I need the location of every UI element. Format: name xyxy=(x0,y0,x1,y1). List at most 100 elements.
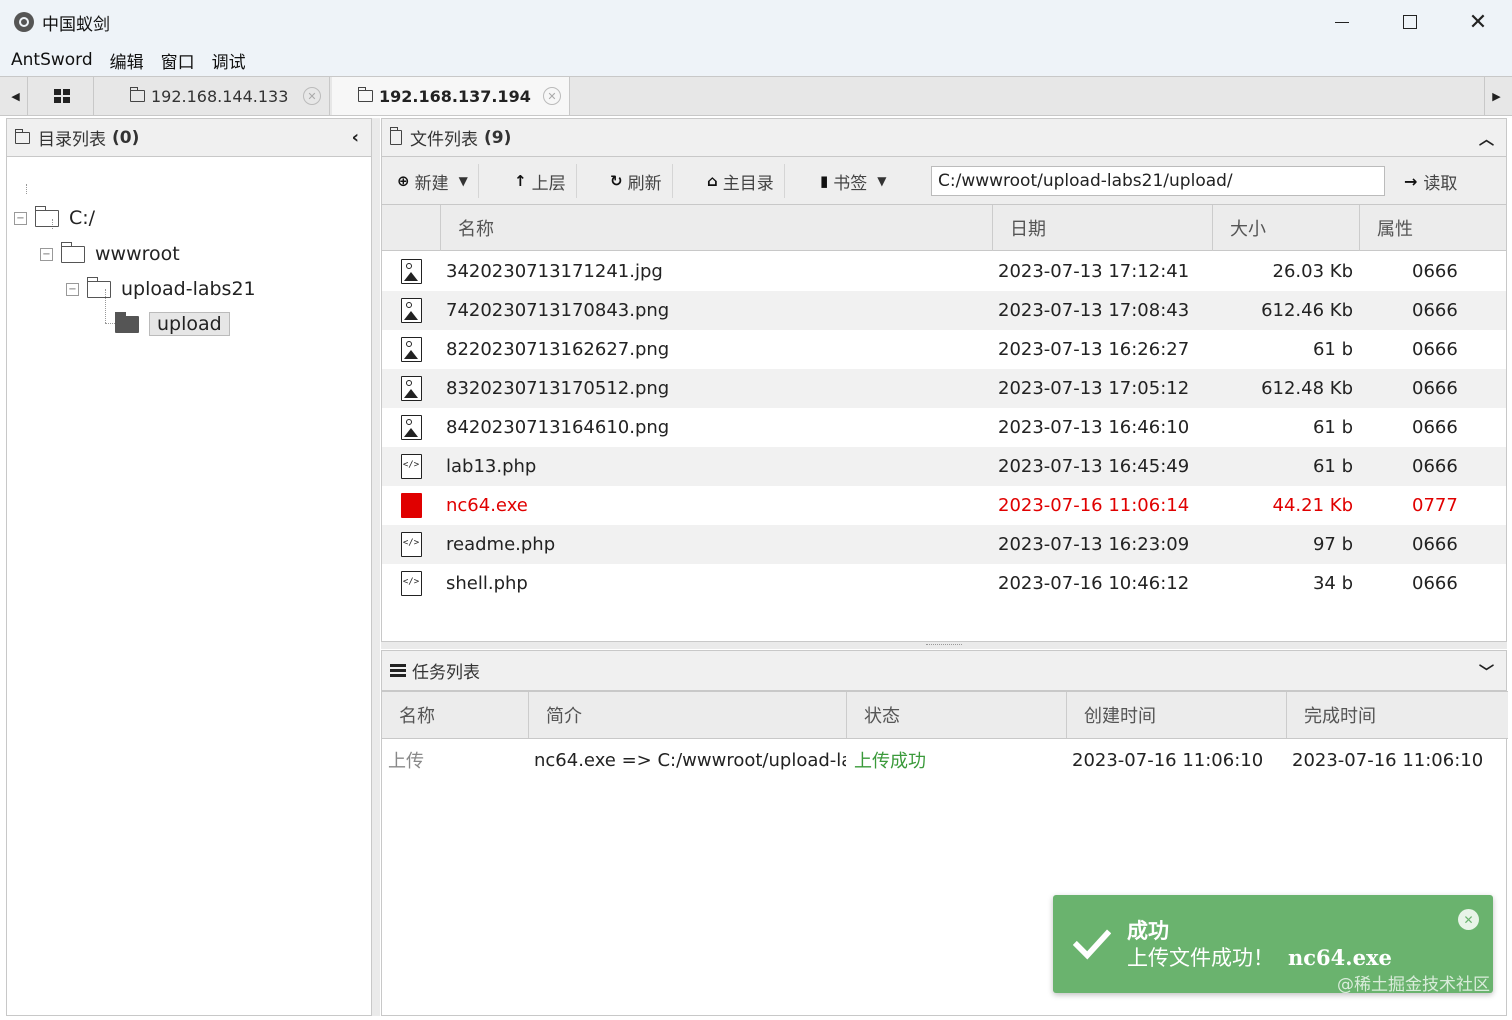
read-button[interactable]: → 读取 xyxy=(1394,164,1467,198)
file-row[interactable]: 8220230713162627.png 2023-07-13 16:26:27… xyxy=(382,330,1506,369)
tab-bar: ◀ 192.168.144.133 ✕ 192.168.137.194 ✕ ▶ xyxy=(0,76,1512,116)
file-row[interactable]: 7420230713170843.png 2023-07-13 17:08:43… xyxy=(382,291,1506,330)
file-size: 61 b xyxy=(1312,456,1353,477)
file-size: 26.03 Kb xyxy=(1272,261,1353,282)
file-name: 8320230713170512.png xyxy=(446,378,670,399)
image-file-icon xyxy=(400,259,422,284)
file-row[interactable]: nc64.exe 2023-07-16 11:06:14 44.21 Kb 07… xyxy=(382,486,1506,525)
tab-shell-manager[interactable] xyxy=(30,77,94,115)
file-date: 2023-07-13 17:12:41 xyxy=(998,261,1190,282)
task-desc: nc64.exe => C:/wwwroot/upload-lab xyxy=(534,749,846,771)
check-icon xyxy=(1073,929,1111,960)
column-task-desc[interactable]: 简介 xyxy=(528,692,846,738)
read-label: 读取 xyxy=(1423,173,1458,194)
maximize-button[interactable] xyxy=(1376,0,1444,44)
file-attr: 0666 xyxy=(1412,417,1458,438)
column-task-name[interactable]: 名称 xyxy=(382,692,528,738)
column-attr[interactable]: 属性 xyxy=(1359,205,1506,251)
collapse-left-icon[interactable]: ‹ xyxy=(352,127,359,148)
up-label: 上层 xyxy=(531,173,566,194)
horizontal-splitter[interactable] xyxy=(381,642,1507,649)
bookmark-button[interactable]: ▮ 书签 ▼ xyxy=(810,164,897,198)
new-label: 新建 xyxy=(414,173,449,194)
tab-host-2[interactable]: 192.168.137.194 ✕ xyxy=(332,77,570,115)
home-button[interactable]: ⌂ 主目录 xyxy=(697,164,785,198)
image-file-icon xyxy=(400,415,422,440)
file-row[interactable]: </> lab13.php 2023-07-13 16:45:49 61 b 0… xyxy=(382,447,1506,486)
tab-close-icon[interactable]: ✕ xyxy=(303,87,321,105)
file-name: shell.php xyxy=(446,573,528,594)
file-attr: 0666 xyxy=(1412,378,1458,399)
caret-down-icon: ▼ xyxy=(877,174,887,188)
menu-bar: AntSword 编辑 窗口 调试 xyxy=(0,44,1512,76)
toast-close-icon[interactable]: ✕ xyxy=(1458,909,1479,930)
tab-close-icon[interactable]: ✕ xyxy=(543,87,561,105)
window-title: 中国蚁剑 xyxy=(42,14,110,35)
arrow-right-icon: → xyxy=(1404,171,1418,191)
file-row[interactable]: </> readme.php 2023-07-13 16:23:09 97 b … xyxy=(382,525,1506,564)
file-date: 2023-07-13 16:45:49 xyxy=(998,456,1190,477)
column-task-created[interactable]: 创建时间 xyxy=(1066,692,1286,738)
file-toolbar: ⊕ 新建 ▼ ↑ 上层 ↻ 刷新 ⌂ 主目录 ▮ 书签 ▼ → 读取 xyxy=(382,157,1506,205)
minimize-icon xyxy=(1335,21,1349,23)
window-controls: ✕ xyxy=(1308,0,1512,44)
code-file-icon: </> xyxy=(400,454,422,479)
menu-debug[interactable]: 调试 xyxy=(212,48,246,73)
file-attr: 0666 xyxy=(1412,456,1458,477)
new-button[interactable]: ⊕ 新建 ▼ xyxy=(387,164,479,198)
file-size: 612.48 Kb xyxy=(1261,378,1353,399)
file-row[interactable]: 3420230713171241.jpg 2023-07-13 17:12:41… xyxy=(382,252,1506,291)
tree-node-upload-labs21[interactable]: − upload-labs21 xyxy=(66,273,256,305)
tree-node-root[interactable]: − C:/ xyxy=(14,202,95,234)
code-file-icon: </> xyxy=(400,571,422,596)
folder-icon xyxy=(130,87,145,102)
menu-window[interactable]: 窗口 xyxy=(161,48,195,73)
column-date[interactable]: 日期 xyxy=(992,205,1212,251)
file-row[interactable]: </> shell.php 2023-07-16 10:46:12 34 b 0… xyxy=(382,564,1506,603)
home-icon: ⌂ xyxy=(707,172,718,190)
column-name[interactable]: 名称 xyxy=(440,205,992,251)
column-task-done[interactable]: 完成时间 xyxy=(1286,692,1508,738)
refresh-button[interactable]: ↻ 刷新 xyxy=(600,164,673,198)
menu-antsword[interactable]: AntSword xyxy=(11,50,93,70)
path-input[interactable] xyxy=(931,166,1385,196)
folder-icon xyxy=(15,128,30,144)
tab-scroll-right-button[interactable]: ▶ xyxy=(1484,77,1508,115)
directory-panel: 目录列表 (0) ‹ − C:/ − wwwroot − upload-labs… xyxy=(6,118,372,1016)
file-size: 97 b xyxy=(1312,534,1353,555)
file-attr: 0666 xyxy=(1412,534,1458,555)
close-button[interactable]: ✕ xyxy=(1444,0,1512,44)
tree-node-upload[interactable]: upload xyxy=(114,308,230,340)
directory-panel-title: 目录列表 xyxy=(38,130,106,150)
column-task-status[interactable]: 状态 xyxy=(846,692,1066,738)
file-date: 2023-07-13 16:26:27 xyxy=(998,339,1190,360)
tree-node-wwwroot[interactable]: − wwwroot xyxy=(40,238,180,270)
file-attr: 0666 xyxy=(1412,261,1458,282)
up-button[interactable]: ↑ 上层 xyxy=(504,164,577,198)
collapse-toggle-icon[interactable]: − xyxy=(66,282,79,296)
file-count: (9) xyxy=(484,127,512,148)
tab-scroll-left-button[interactable]: ◀ xyxy=(4,77,28,115)
toast-title: 成功 xyxy=(1127,918,1169,943)
file-date: 2023-07-16 10:46:12 xyxy=(998,573,1190,594)
task-row[interactable]: 上传 nc64.exe => C:/wwwroot/upload-lab 上传成… xyxy=(382,740,1508,780)
tab-host-1[interactable]: 192.168.144.133 ✕ xyxy=(94,77,330,115)
image-file-icon xyxy=(400,298,422,323)
task-grid-header: 名称 简介 状态 创建时间 完成时间 xyxy=(382,691,1508,739)
collapse-down-icon[interactable]: ﹀ xyxy=(1479,661,1494,682)
menu-edit[interactable]: 编辑 xyxy=(110,48,144,73)
file-size: 61 b xyxy=(1312,339,1353,360)
vertical-splitter[interactable] xyxy=(372,118,380,1016)
column-size[interactable]: 大小 xyxy=(1212,205,1359,251)
file-attr: 0666 xyxy=(1412,339,1458,360)
file-row[interactable]: 8320230713170512.png 2023-07-13 17:05:12… xyxy=(382,369,1506,408)
minimize-button[interactable] xyxy=(1308,0,1376,44)
collapse-toggle-icon[interactable]: − xyxy=(40,247,53,261)
file-row[interactable]: 8420230713164610.png 2023-07-13 16:46:10… xyxy=(382,408,1506,447)
folder-icon xyxy=(86,276,111,298)
file-attr: 0777 xyxy=(1412,495,1458,516)
collapse-up-icon[interactable]: ︿ xyxy=(1479,128,1494,149)
file-name: 8220230713162627.png xyxy=(446,339,670,360)
collapse-toggle-icon[interactable]: − xyxy=(14,211,27,225)
arrow-up-icon: ↑ xyxy=(514,172,527,190)
